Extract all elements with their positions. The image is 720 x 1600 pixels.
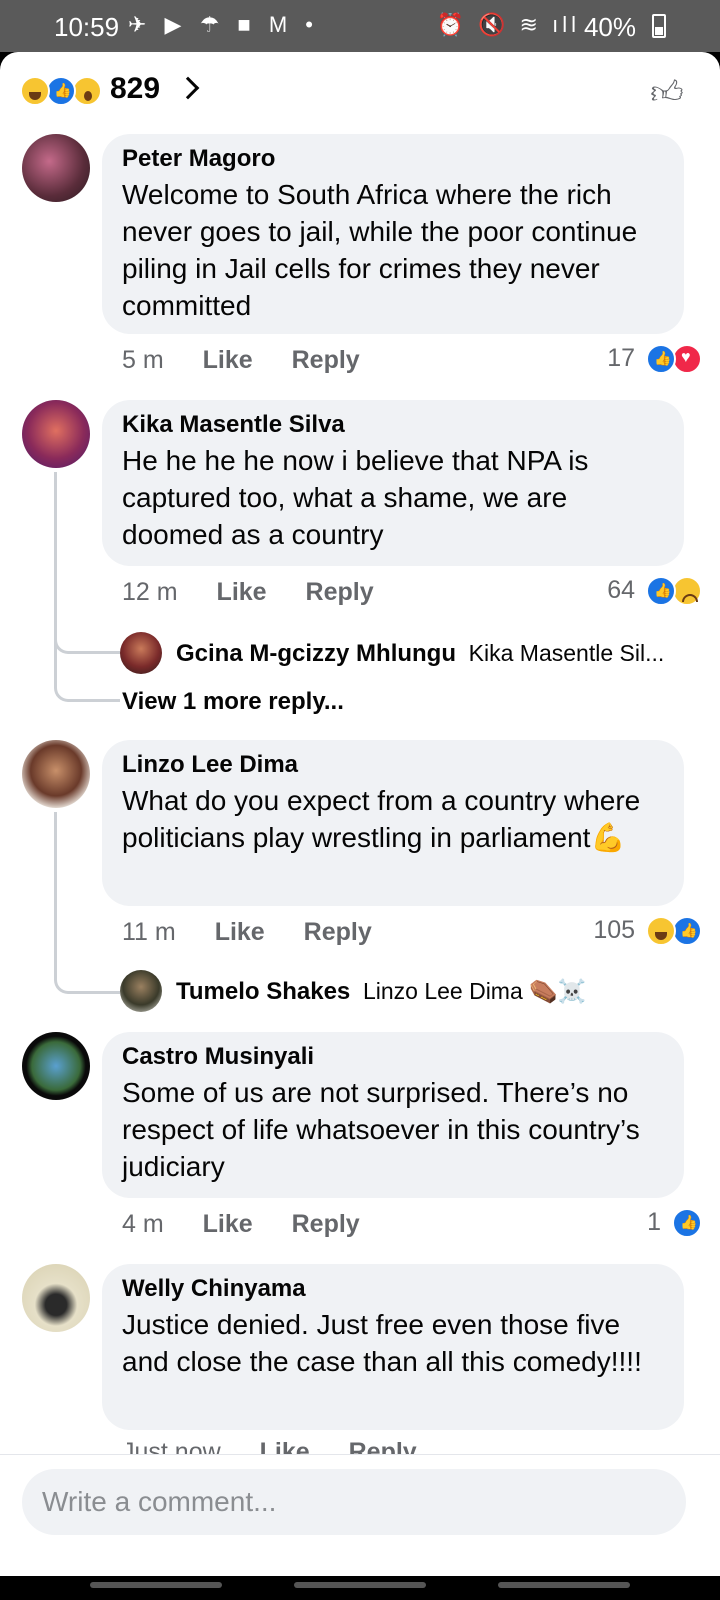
- reply-button[interactable]: Reply: [304, 918, 372, 946]
- nav-back[interactable]: [498, 1582, 630, 1588]
- comments-sheet: 829 👍︎ Peter Magoro Welcome to South Afr…: [0, 52, 720, 1576]
- comment-author[interactable]: Castro Musinyali: [122, 1042, 664, 1072]
- reply-preview[interactable]: Gcina M-gcizzy Mhlungu Kika Masentle Sil…: [120, 632, 690, 676]
- comment-reactions[interactable]: 105: [593, 916, 702, 947]
- reply-preview[interactable]: Tumelo Shakes Linzo Lee Dima ⚰️☠️: [120, 970, 620, 1014]
- comment-reactions[interactable]: 1: [647, 1208, 702, 1239]
- composer-bar: Write a comment...: [0, 1454, 720, 1576]
- like-reaction-icon: [672, 1208, 702, 1239]
- like-reaction-icon: [646, 344, 676, 375]
- love-reaction-icon: [672, 344, 702, 375]
- comment-bubble: Peter Magoro Welcome to South Africa whe…: [102, 134, 684, 334]
- like-button[interactable]: Like: [217, 578, 267, 606]
- nav-recents[interactable]: [90, 1582, 222, 1588]
- view-more-replies-link[interactable]: View 1 more reply...: [122, 688, 344, 716]
- like-button[interactable]: Like: [260, 1438, 310, 1454]
- comment-time: Just now: [122, 1438, 221, 1454]
- comment-text: What do you expect from a country where …: [122, 785, 641, 853]
- comment-author[interactable]: Peter Magoro: [122, 144, 664, 174]
- comment-bubble: Kika Masentle Silva He he he he now i be…: [102, 400, 684, 566]
- comment-text: Justice denied. Just free even those fiv…: [122, 1309, 642, 1377]
- comment-text: Welcome to South Africa where the rich n…: [122, 179, 638, 321]
- reply-author[interactable]: Gcina M-gcizzy Mhlungu: [176, 640, 456, 667]
- wow-reaction-icon: [72, 76, 102, 106]
- comment-time: 4 m: [122, 1210, 164, 1238]
- chevron-right-icon[interactable]: [176, 76, 200, 100]
- reaction-count: 105: [593, 916, 636, 944]
- comment-time: 5 m: [122, 346, 164, 374]
- comment-bubble: Linzo Lee Dima What do you expect from a…: [102, 740, 684, 906]
- battery-icon: [652, 14, 666, 38]
- like-reaction-icon: [646, 576, 676, 607]
- reply-button[interactable]: Reply: [292, 1210, 360, 1238]
- comment-author[interactable]: Kika Masentle Silva: [122, 410, 664, 440]
- reply-button[interactable]: Reply: [306, 578, 374, 606]
- comment-bubble: Welly Chinyama Justice denied. Just free…: [102, 1264, 684, 1430]
- sad-reaction-icon: [672, 576, 702, 607]
- reply-text: Linzo Lee Dima ⚰️☠️: [362, 978, 587, 1004]
- comment-actions: 11 m Like Reply: [122, 918, 404, 947]
- reaction-count: 17: [607, 344, 636, 372]
- thumbs-up-outline-icon[interactable]: 👍︎: [648, 74, 686, 110]
- like-button[interactable]: Like: [215, 918, 265, 946]
- total-reaction-count[interactable]: 829: [110, 72, 160, 106]
- haha-reaction-icon: [20, 76, 50, 106]
- comment-reactions[interactable]: 64: [607, 576, 702, 607]
- like-reaction-icon: [672, 916, 702, 947]
- reactions-header[interactable]: 829 👍︎: [0, 52, 720, 132]
- comment-time: 11 m: [122, 918, 176, 946]
- comment-text: He he he he now i believe that NPA is ca…: [122, 445, 589, 550]
- comment-input[interactable]: Write a comment...: [22, 1469, 686, 1535]
- comment-actions: Just now Like Reply: [122, 1438, 417, 1454]
- reply-button[interactable]: Reply: [292, 346, 360, 374]
- comment-text: Some of us are not surprised. There’s no…: [122, 1077, 640, 1182]
- reply-text: Kika Masentle Sil...: [468, 640, 665, 666]
- status-bar: 10:59 ✈ ▶ ☂ ■ M • ⏰ 🔇 ≋ ıll 40%: [0, 0, 720, 52]
- avatar[interactable]: [22, 400, 90, 468]
- reaction-icons: [20, 76, 108, 108]
- status-time: 10:59: [54, 12, 120, 42]
- comment-author[interactable]: Linzo Lee Dima: [122, 750, 664, 780]
- reaction-count: 64: [607, 576, 636, 604]
- like-reaction-icon: [46, 76, 76, 106]
- avatar[interactable]: [120, 970, 162, 1012]
- notification-icons: ✈ ▶ ☂ ■ M •: [128, 12, 319, 37]
- avatar[interactable]: [22, 1264, 90, 1332]
- avatar[interactable]: [22, 740, 90, 808]
- avatar[interactable]: [22, 1032, 90, 1100]
- avatar[interactable]: [22, 134, 90, 202]
- comment-actions: 5 m Like Reply: [122, 346, 392, 375]
- comment-reactions[interactable]: 17: [607, 344, 702, 375]
- system-icons: ⏰ 🔇 ≋ ıll: [436, 12, 580, 37]
- comment-actions: 12 m Like Reply: [122, 578, 406, 607]
- nav-home[interactable]: [294, 1582, 426, 1588]
- haha-reaction-icon: [646, 916, 676, 947]
- comment-author[interactable]: Welly Chinyama: [122, 1274, 664, 1304]
- like-button[interactable]: Like: [203, 1210, 253, 1238]
- thread-line: [54, 472, 120, 702]
- like-button[interactable]: Like: [203, 346, 253, 374]
- system-nav-bar: [0, 1576, 720, 1600]
- comment-time: 12 m: [122, 578, 178, 606]
- avatar[interactable]: [120, 632, 162, 674]
- comment-actions: 4 m Like Reply: [122, 1210, 392, 1239]
- reaction-count: 1: [647, 1208, 662, 1236]
- thread-line: [54, 812, 120, 994]
- battery-percent: 40%: [583, 12, 636, 42]
- comment-bubble: Castro Musinyali Some of us are not surp…: [102, 1032, 684, 1198]
- reply-author[interactable]: Tumelo Shakes: [176, 978, 350, 1005]
- reply-button[interactable]: Reply: [349, 1438, 417, 1454]
